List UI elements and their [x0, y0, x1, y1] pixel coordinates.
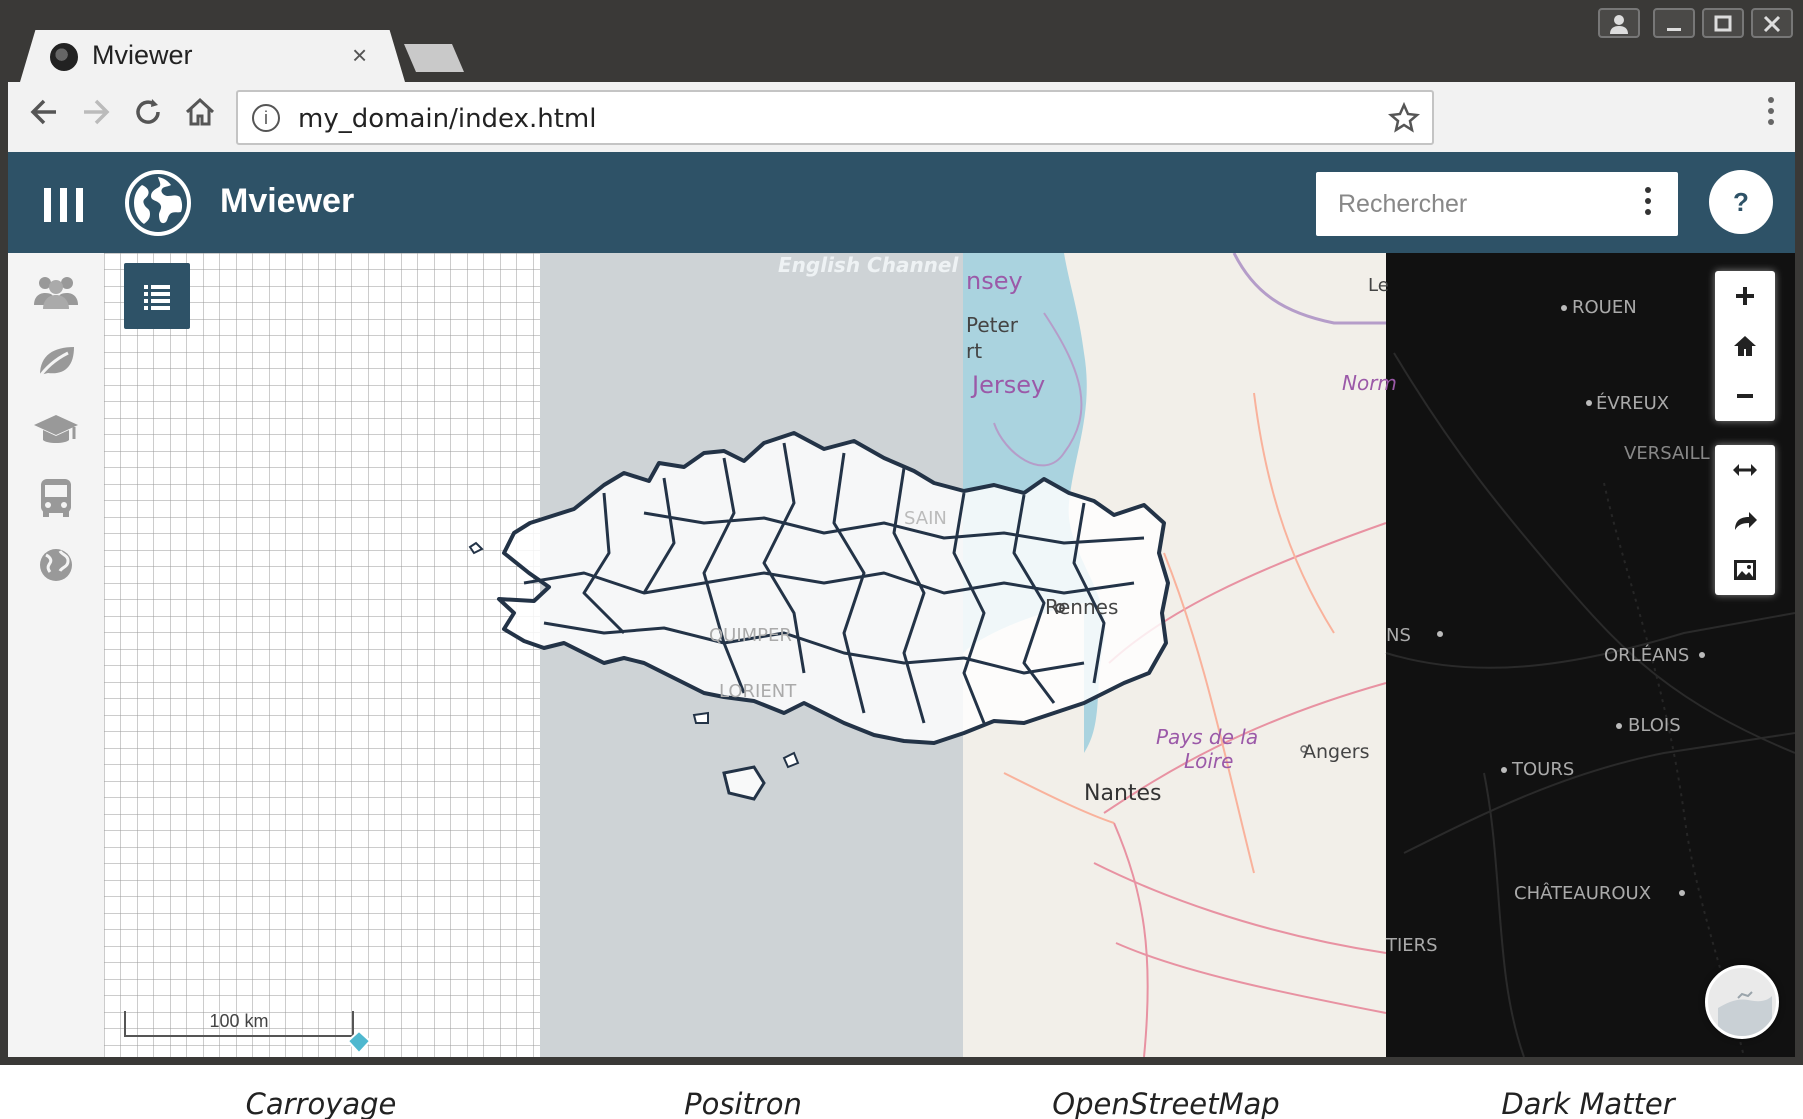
- tab-title: Mviewer: [92, 40, 193, 70]
- overview-map-button[interactable]: [1705, 965, 1779, 1039]
- caption-openstreetmap: OpenStreetMap: [1052, 1087, 1280, 1119]
- mviewer-app: Mviewer ?: [8, 152, 1795, 1057]
- map-label-le: Le: [1368, 275, 1389, 296]
- map-label-poitiers: TIERS: [1386, 935, 1438, 956]
- map-label-norm: Norm: [1342, 371, 1397, 395]
- map-label-le-mans: NS: [1386, 625, 1411, 646]
- tab-close-icon[interactable]: ×: [352, 40, 367, 71]
- address-bar[interactable]: i my_domain/index.html: [236, 90, 1434, 145]
- map-label-guernsey: nsey: [966, 267, 1023, 295]
- app-header: Mviewer ?: [8, 152, 1795, 253]
- back-icon[interactable]: [26, 94, 62, 140]
- bookmark-star-icon[interactable]: [1388, 98, 1420, 146]
- search-input[interactable]: [1316, 172, 1626, 236]
- location-marker-icon[interactable]: [346, 1029, 372, 1055]
- browser-menu-icon[interactable]: [1767, 96, 1775, 133]
- home-icon[interactable]: [182, 94, 218, 140]
- help-button[interactable]: ?: [1709, 170, 1773, 234]
- map-label-st-peter: Peter: [966, 313, 1019, 337]
- group-icon[interactable]: [32, 269, 80, 317]
- zoom-controls: [1715, 271, 1775, 421]
- theme-sidebar: [8, 253, 104, 1057]
- map-label-angers: Angers: [1303, 741, 1370, 763]
- maximize-icon[interactable]: [1702, 8, 1744, 38]
- new-tab-button[interactable]: [404, 44, 464, 72]
- export-image-icon[interactable]: [1715, 545, 1775, 595]
- zoom-in-button[interactable]: [1715, 271, 1775, 321]
- app-title: Mviewer: [220, 182, 355, 220]
- caption-carroyage: Carroyage: [245, 1087, 397, 1119]
- globe-favicon-icon: [50, 43, 78, 71]
- measure-arrows-icon[interactable]: [1715, 445, 1775, 495]
- search-options-icon[interactable]: [1644, 186, 1652, 225]
- caption-positron: Positron: [684, 1087, 802, 1119]
- share-icon[interactable]: [1715, 495, 1775, 545]
- browser-toolbar: i my_domain/index.html: [8, 82, 1795, 152]
- caption-dark-matter: Dark Matter: [1501, 1087, 1675, 1119]
- map-viewport[interactable]: English Channel nsey Peter rt Jersey Le …: [104, 253, 1795, 1057]
- map-label-english-channel: English Channel: [778, 253, 959, 277]
- leaf-icon[interactable]: [32, 337, 80, 385]
- forward-icon[interactable]: [78, 94, 114, 140]
- globe-icon[interactable]: [32, 541, 80, 589]
- bus-icon[interactable]: [32, 473, 80, 521]
- zoom-out-button[interactable]: [1715, 371, 1775, 421]
- search-box: [1316, 172, 1678, 236]
- site-info-icon[interactable]: i: [252, 104, 280, 132]
- menu-toggle-icon[interactable]: [44, 188, 84, 222]
- list-icon: [144, 285, 170, 310]
- map-label-quimper: QUIMPER: [709, 625, 792, 646]
- map-label-orleans: ORLÉANS: [1604, 645, 1690, 666]
- map-label-lorient: LORIENT: [719, 681, 797, 702]
- reload-icon[interactable]: [130, 94, 166, 140]
- map-label-tours: TOURS: [1512, 759, 1575, 780]
- layer-list-button[interactable]: [124, 263, 190, 329]
- map-label-chateauroux: CHÂTEAUROUX: [1514, 883, 1652, 904]
- map-label-saint-malo: SAIN: [904, 508, 947, 529]
- user-profile-icon[interactable]: [1598, 8, 1640, 38]
- map-label-blois: BLOIS: [1628, 715, 1681, 736]
- map-label-rouen: ROUEN: [1572, 297, 1637, 318]
- map-label-versailles: VERSAILL: [1624, 443, 1710, 464]
- tab-strip: Mviewer ×: [0, 0, 1803, 82]
- tool-controls: [1715, 445, 1775, 595]
- map-label-evreux: ÉVREUX: [1596, 393, 1670, 414]
- graduation-cap-icon[interactable]: [32, 405, 80, 453]
- close-window-icon[interactable]: [1751, 8, 1793, 38]
- map-basemaps: [104, 253, 1795, 1057]
- minimize-icon[interactable]: [1653, 8, 1695, 38]
- scale-bar: 100 km: [124, 1011, 354, 1037]
- url-text[interactable]: my_domain/index.html: [298, 104, 596, 134]
- map-label-rennes: Rennes: [1045, 595, 1119, 619]
- map-label-jersey: Jersey: [972, 371, 1046, 399]
- map-label-pays-loire-1: Pays de la: [1156, 725, 1259, 749]
- map-label-nantes: Nantes: [1084, 781, 1162, 806]
- map-label-pays-loire-2: Loire: [1184, 749, 1234, 773]
- map-controls: [1715, 271, 1775, 595]
- map-label-rt: rt: [966, 339, 983, 363]
- scale-label: 100 km: [209, 1011, 269, 1031]
- home-extent-button[interactable]: [1715, 321, 1775, 371]
- globe-logo-icon: [125, 170, 191, 236]
